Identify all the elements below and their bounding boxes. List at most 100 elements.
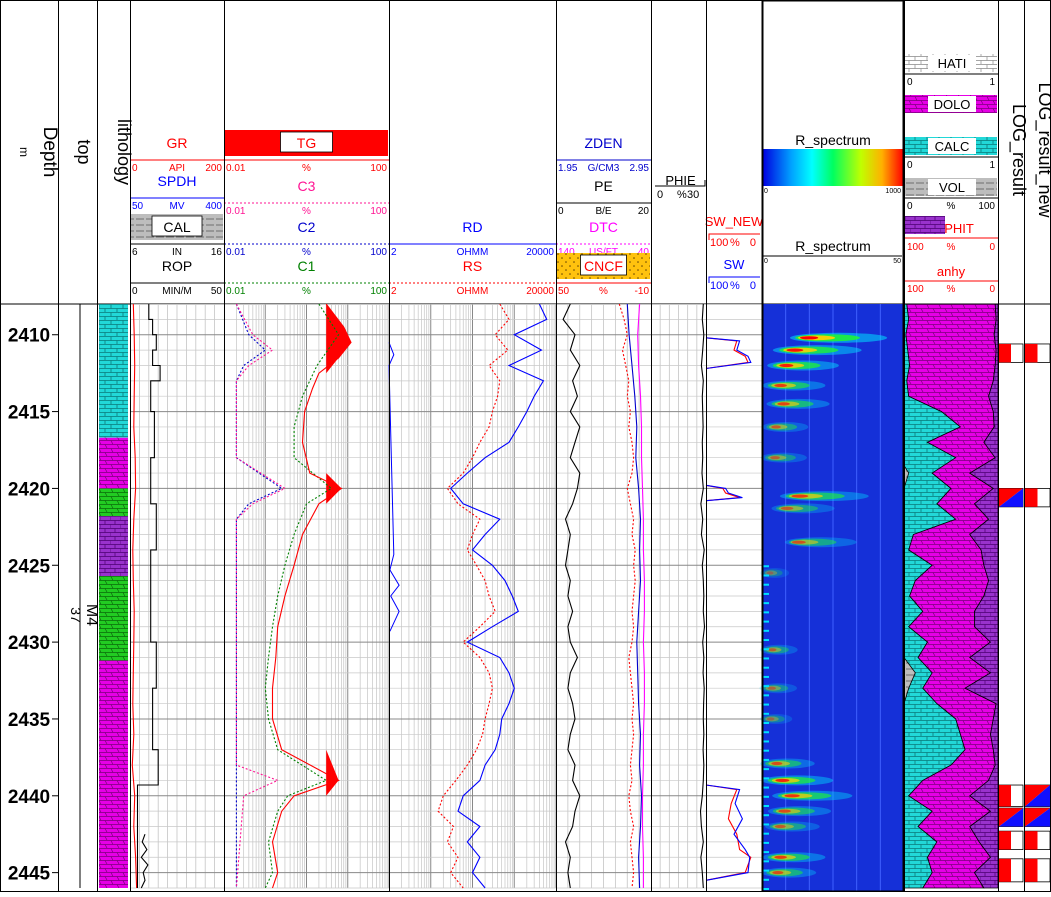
result-oil	[999, 858, 1011, 882]
spectrum-edge-speck	[763, 657, 769, 660]
volume-scale-unit: %	[947, 242, 956, 253]
spectrum-peak-hot	[799, 336, 819, 340]
spectrum-edge-speck	[763, 666, 769, 669]
spectrum-peak-hot	[784, 794, 800, 798]
spectrum-peak-hot	[767, 717, 775, 721]
spectrum-edge-speck	[763, 823, 769, 826]
depth-tick-label: 2420	[8, 479, 50, 500]
spectrum-peak-hot	[777, 402, 790, 406]
sw-min: 100	[710, 280, 728, 292]
depth-tick-label: 2425	[8, 556, 51, 577]
depth-tick-label: 2440	[8, 787, 50, 808]
scale-min: 6	[132, 247, 138, 258]
curve-name: PE	[594, 178, 613, 194]
sw-unit: %	[730, 237, 740, 249]
spectrum-peak-hot	[771, 425, 781, 429]
spectrum-peak-hot	[766, 571, 774, 575]
phie-min: 0	[657, 189, 663, 201]
spectrum-edge-speck	[763, 722, 769, 725]
spectrum-scale-min: 0	[764, 188, 768, 195]
scale-max: 2.95	[630, 163, 650, 174]
curve-name: C2	[298, 219, 316, 235]
scale-unit: B/E	[595, 206, 611, 217]
spectrum-edge-speck	[763, 648, 769, 651]
sw-new-curve	[705, 784, 752, 881]
spectrum-peak-hot	[780, 506, 794, 510]
scale-min: 50	[132, 201, 144, 212]
curve-name: GR	[167, 135, 188, 151]
volume-scale-unit: %	[947, 201, 956, 212]
spectrum-edge-speck	[763, 841, 769, 844]
scale-min: 0.01	[226, 163, 246, 174]
scale-min: 0	[132, 286, 138, 297]
scale-unit: %	[599, 286, 608, 297]
spectrum-peak-hot	[791, 494, 809, 498]
sw-curve	[705, 784, 751, 881]
well-log-plot: Depth m top lithology GR 0 API 200 SPDH 50 MV 400 CA…	[0, 0, 1051, 893]
lithology-interval	[99, 304, 128, 438]
result-oil	[999, 343, 1011, 363]
result-oil	[1025, 858, 1038, 882]
lithology-interval	[99, 516, 128, 577]
scale-unit: MV	[170, 201, 185, 212]
log-result-title: LOG_result_new	[1034, 82, 1051, 218]
spectrum-edge-speck	[763, 860, 769, 863]
result-oil	[1025, 343, 1038, 363]
spectrum-edge-speck	[763, 694, 769, 697]
volume-scale-min: 0	[907, 160, 913, 171]
scale-min: 0	[132, 163, 138, 174]
curve-name: TG	[297, 135, 316, 151]
spectrum-scale-max: 1000	[885, 188, 901, 195]
spectrum-scale-min-lower: 0	[764, 258, 768, 265]
lithology-interval	[99, 576, 128, 661]
phie-unit: %	[677, 189, 687, 201]
curve-name: CNCF	[584, 258, 623, 274]
spectrum-edge-speck	[763, 602, 769, 605]
curve-name: ZDEN	[584, 135, 622, 151]
lithology-interval	[99, 660, 128, 888]
volume-scale-max: 0	[989, 284, 995, 295]
spectrum-edge-speck	[763, 740, 769, 743]
depth-tick-label: 2445	[8, 864, 51, 885]
curve-name: RS	[463, 258, 482, 274]
sw-unit: %	[730, 280, 740, 292]
sw-curve	[705, 484, 743, 502]
spectrum-scale-max-lower: 50	[893, 258, 901, 265]
spectrum-peak-hot	[786, 348, 804, 352]
spectrum-edge-speck	[763, 592, 769, 595]
track-headers: Depthm top lithology GR0 API 200SPDH50 MV 400CA…	[17, 54, 1051, 297]
log-result-title: LOG_result	[1008, 104, 1029, 196]
spectrum-edge-speck	[763, 574, 769, 577]
spectrum-peak-hot	[772, 871, 784, 875]
scale-max: 200	[205, 163, 222, 174]
scale-min: 0.01	[226, 286, 246, 297]
volume-legend-name: CALC	[935, 139, 970, 154]
well-log-svg: Depthm top lithology GR0 API 200SPDH50 MV 400CA…	[0, 0, 1051, 893]
lithology-interval	[99, 437, 128, 489]
result-oil	[1025, 831, 1038, 850]
depth-axis-title: Depth	[39, 127, 60, 178]
curve-name: CAL	[163, 219, 190, 235]
spectrum-edge-speck	[763, 620, 769, 623]
spectrum-edge-speck	[763, 611, 769, 614]
scale-max: -10	[635, 286, 650, 297]
spectrum-edge-speck	[763, 565, 769, 568]
top-track-title: top	[74, 139, 94, 164]
volume-legend-name: VOL	[939, 180, 965, 195]
spectrum-name: R_spectrum	[795, 132, 870, 148]
spectrum-peak-hot	[774, 824, 786, 829]
depth-axis-unit: m	[17, 147, 31, 157]
scale-unit: %	[302, 247, 311, 258]
result-oil	[999, 785, 1011, 807]
curve-name: ROP	[162, 258, 192, 274]
volume-scale-unit: %	[947, 284, 956, 295]
spectrum-edge-speck	[763, 795, 769, 798]
spectrum-edge-speck	[763, 851, 769, 854]
sw-name: SW_NEW	[705, 214, 764, 229]
spectrum-edge-speck	[763, 731, 769, 734]
scale-unit: IN	[172, 247, 182, 258]
spectrum-edge-speck	[763, 749, 769, 752]
scale-unit: G/CM3	[588, 163, 620, 174]
spectrum-colorbar	[763, 149, 903, 186]
spectrum-edge-speck	[763, 814, 769, 817]
